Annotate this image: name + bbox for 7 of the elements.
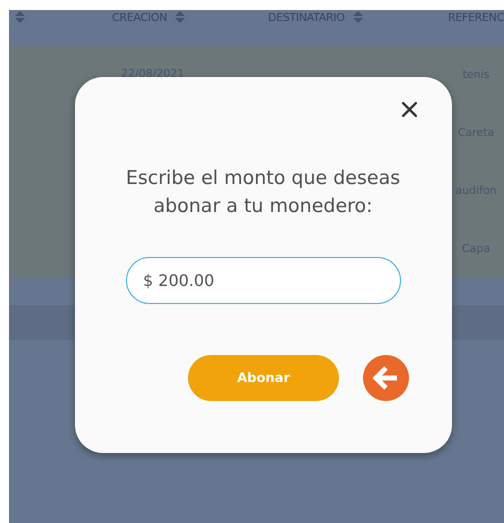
sort-icon[interactable] <box>352 11 363 23</box>
close-icon[interactable] <box>401 101 418 118</box>
sort-icon[interactable] <box>15 11 25 23</box>
sort-icon[interactable] <box>175 11 186 23</box>
amount-field[interactable]: $ 200.00 <box>126 257 401 304</box>
abonar-button[interactable]: Abonar <box>188 355 339 401</box>
dialog-message: Escribe el monto que deseas abonar a tu monedero: <box>124 166 402 219</box>
